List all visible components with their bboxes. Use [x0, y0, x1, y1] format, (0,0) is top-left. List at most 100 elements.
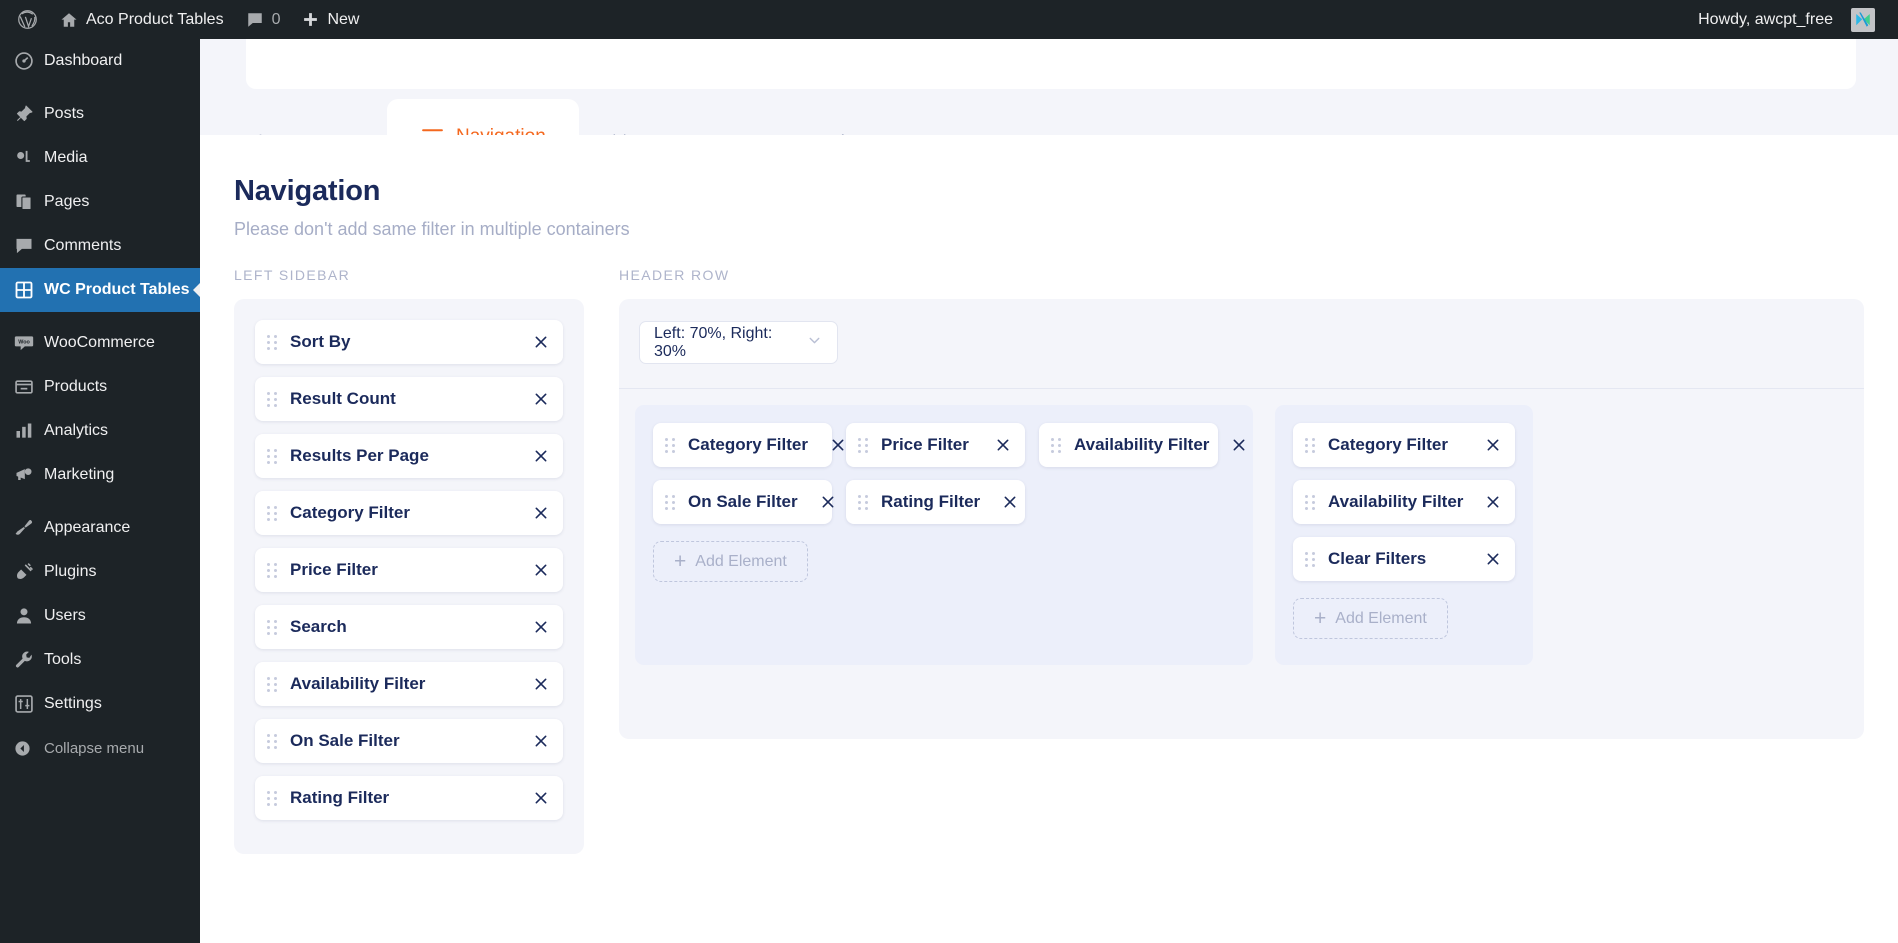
remove-filter-icon[interactable] — [511, 448, 549, 464]
drag-handle-icon[interactable] — [267, 448, 278, 464]
drag-handle-icon[interactable] — [1305, 551, 1316, 567]
comment-count: 0 — [271, 10, 281, 28]
filter-chip-label: On Sale Filter — [290, 731, 400, 750]
remove-filter-icon[interactable] — [511, 676, 549, 692]
remove-filter-icon[interactable] — [798, 494, 836, 510]
filter-chip[interactable]: Availability Filter — [1293, 480, 1516, 524]
filter-chip[interactable]: Availability Filter — [1039, 423, 1245, 467]
filter-chip[interactable]: Clear Filters — [1293, 537, 1516, 581]
filter-chip[interactable]: Results Per Page — [255, 434, 563, 478]
sidebar-item-tools[interactable]: Tools — [0, 638, 200, 682]
remove-filter-icon[interactable] — [1209, 437, 1247, 453]
remove-filter-icon[interactable] — [511, 733, 549, 749]
chevron-down-icon — [806, 332, 823, 354]
sidebar-item-label: Media — [44, 149, 88, 166]
svg-text:Woo: Woo — [18, 339, 30, 345]
woocommerce-icon: Woo — [14, 333, 44, 353]
drag-handle-icon[interactable] — [267, 562, 278, 578]
drag-handle-icon[interactable] — [1305, 494, 1316, 510]
plus-icon: + — [674, 550, 687, 573]
remove-filter-icon[interactable] — [980, 494, 1018, 510]
sidebar-item-posts[interactable]: Posts — [0, 92, 200, 136]
filter-chip[interactable]: On Sale Filter — [653, 480, 834, 524]
filter-chip-label: Sort By — [290, 332, 351, 351]
drag-handle-icon[interactable] — [267, 334, 278, 350]
drag-handle-icon[interactable] — [267, 391, 278, 407]
filter-chip-label: Availability Filter — [290, 674, 426, 693]
remove-filter-icon[interactable] — [511, 790, 549, 806]
filter-chip[interactable]: Category Filter — [1293, 423, 1516, 467]
sidebar-item-appearance[interactable]: Appearance — [0, 506, 200, 550]
sidebar-item-pages[interactable]: Pages — [0, 180, 200, 224]
sidebar-item-marketing[interactable]: Marketing — [0, 453, 200, 497]
filter-chip[interactable]: Rating Filter — [846, 480, 1025, 524]
wordpress-logo-button[interactable] — [6, 0, 49, 39]
remove-filter-icon[interactable] — [1463, 494, 1501, 510]
remove-filter-icon[interactable] — [511, 334, 549, 350]
sidebar-item-dashboard[interactable]: Dashboard — [0, 39, 200, 83]
drag-handle-icon[interactable] — [267, 676, 278, 692]
remove-filter-icon[interactable] — [1463, 551, 1501, 567]
products-icon — [14, 377, 44, 397]
left-sidebar-column: LEFT SIDEBAR Sort By Result Count Results … — [234, 267, 584, 854]
remove-filter-icon[interactable] — [511, 619, 549, 635]
navigation-panel: Navigation Please don't add same filter … — [200, 135, 1898, 943]
filter-chip[interactable]: Result Count — [255, 377, 563, 421]
drag-handle-icon[interactable] — [858, 437, 869, 453]
drag-handle-icon[interactable] — [665, 494, 676, 510]
drag-handle-icon[interactable] — [1051, 437, 1062, 453]
new-content-button[interactable]: New — [291, 0, 370, 39]
collapse-menu-button[interactable]: Collapse menu — [0, 726, 200, 770]
dashboard-icon — [14, 51, 44, 71]
filter-chip-label: Result Count — [290, 389, 396, 408]
sidebar-item-users[interactable]: Users — [0, 594, 200, 638]
filter-chip[interactable]: Category Filter — [255, 491, 563, 535]
header-layout-select[interactable]: Left: 70%, Right: 30% — [639, 321, 838, 364]
filter-chip[interactable]: Search — [255, 605, 563, 649]
sidebar-item-wc-product-tables[interactable]: WC Product Tables — [0, 268, 200, 312]
sidebar-item-woocommerce[interactable]: Woo WooCommerce — [0, 321, 200, 365]
comments-button[interactable]: 0 — [235, 0, 292, 39]
filter-chip[interactable]: Price Filter — [255, 548, 563, 592]
site-name-button[interactable]: Aco Product Tables — [49, 0, 235, 39]
filter-chip-label: Rating Filter — [290, 788, 390, 807]
drag-handle-icon[interactable] — [267, 619, 278, 635]
drag-handle-icon[interactable] — [267, 733, 278, 749]
sidebar-item-comments[interactable]: Comments — [0, 224, 200, 268]
my-account-menu[interactable]: Howdy, awcpt_free — [1687, 0, 1886, 39]
remove-filter-icon[interactable] — [511, 562, 549, 578]
sidebar-item-products[interactable]: Products — [0, 365, 200, 409]
filter-chip[interactable]: Price Filter — [846, 423, 1025, 467]
filter-chip[interactable]: Rating Filter — [255, 776, 563, 820]
remove-filter-icon[interactable] — [511, 505, 549, 521]
filter-chip[interactable]: Availability Filter — [255, 662, 563, 706]
add-element-button-right[interactable]: + Add Element — [1293, 598, 1448, 639]
add-element-button-left[interactable]: + Add Element — [653, 541, 808, 582]
filter-chip[interactable]: On Sale Filter — [255, 719, 563, 763]
sidebar-item-label: Tools — [44, 651, 82, 668]
left-sidebar-dropzone[interactable]: Sort By Result Count Results Per Page Categ… — [234, 299, 584, 854]
drag-handle-icon[interactable] — [665, 437, 676, 453]
remove-filter-icon[interactable] — [511, 391, 549, 407]
comment-bubble-icon — [246, 11, 264, 29]
sidebar-item-label: Analytics — [44, 422, 109, 439]
header-left-container[interactable]: Category Filter Price Filter Availability … — [635, 405, 1253, 665]
filter-chip[interactable]: Category Filter — [653, 423, 844, 467]
remove-filter-icon[interactable] — [1463, 437, 1501, 453]
remove-filter-icon[interactable] — [808, 437, 846, 453]
drag-handle-icon[interactable] — [858, 494, 869, 510]
drag-handle-icon[interactable] — [267, 790, 278, 806]
sidebar-item-plugins[interactable]: Plugins — [0, 550, 200, 594]
sidebar-item-analytics[interactable]: Analytics — [0, 409, 200, 453]
collapse-menu-label: Collapse menu — [44, 739, 145, 757]
drag-handle-icon[interactable] — [1305, 437, 1316, 453]
filter-chip[interactable]: Sort By — [255, 320, 563, 364]
pages-icon — [14, 192, 44, 212]
drag-handle-icon[interactable] — [267, 505, 278, 521]
page-title: Navigation — [234, 175, 381, 207]
header-right-container[interactable]: Category Filter Availability Filter Clear … — [1275, 405, 1534, 665]
sidebar-item-settings[interactable]: Settings — [0, 682, 200, 726]
remove-filter-icon[interactable] — [973, 437, 1011, 453]
sidebar-item-media[interactable]: Media — [0, 136, 200, 180]
wp-admin-sidebar: Dashboard Posts Media Pages Comments WC Produ… — [0, 39, 200, 943]
